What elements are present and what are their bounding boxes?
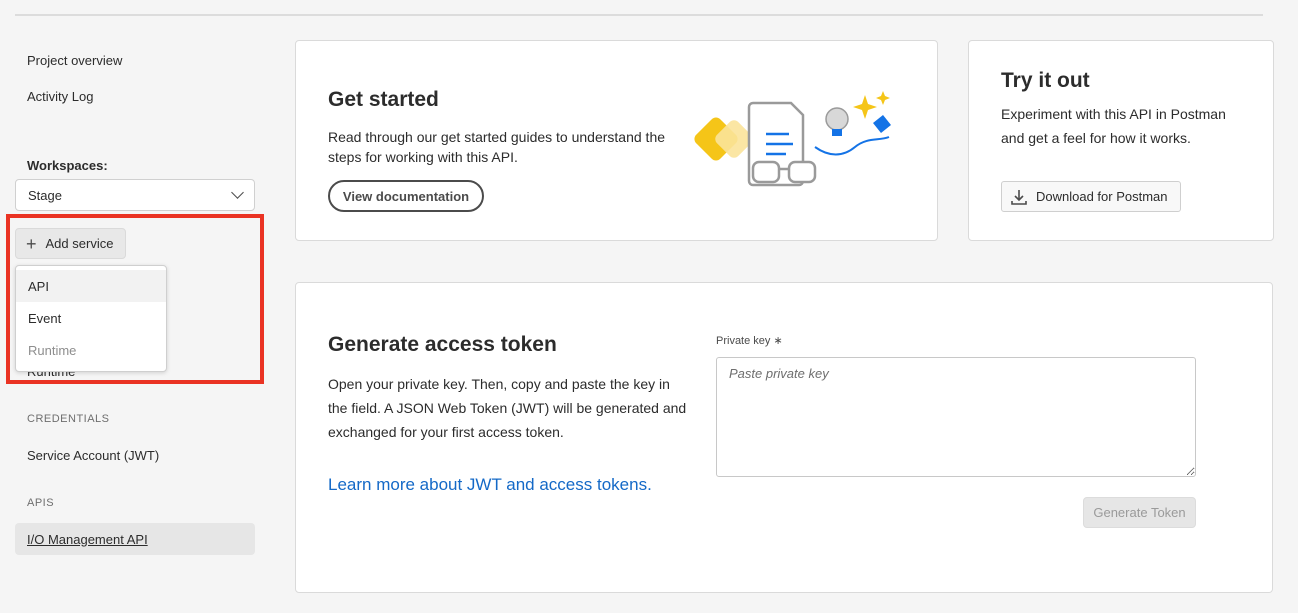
- generate-token-card: Generate access token Open your private …: [295, 282, 1273, 593]
- download-postman-label: Download for Postman: [1036, 189, 1168, 204]
- chevron-down-icon: [231, 186, 244, 199]
- view-documentation-button[interactable]: View documentation: [328, 180, 484, 212]
- get-started-body: Read through our get started guides to u…: [328, 129, 666, 165]
- workspace-selected-value: Stage: [28, 187, 62, 203]
- required-mark: ∗: [773, 335, 783, 347]
- private-key-label: Private key ∗: [716, 334, 783, 347]
- service-dropdown-menu: API Event Runtime: [15, 265, 167, 372]
- menu-item-event[interactable]: Event: [16, 302, 166, 334]
- get-started-illustration: [694, 91, 891, 187]
- nav-io-management-api[interactable]: I/O Management API: [15, 523, 255, 555]
- nav-project-overview[interactable]: Project overview: [27, 53, 122, 68]
- add-service-button[interactable]: + Add service: [15, 228, 126, 259]
- try-it-out-title: Try it out: [1001, 69, 1090, 92]
- nav-service-account[interactable]: Service Account (JWT): [27, 448, 159, 463]
- get-started-card: Get started Read through our get started…: [295, 40, 938, 241]
- try-it-out-card: Try it out Experiment with this API in P…: [968, 40, 1274, 241]
- get-started-title: Get started: [328, 88, 439, 111]
- private-key-input[interactable]: [716, 357, 1196, 477]
- menu-item-runtime: Runtime: [28, 342, 77, 358]
- add-service-label: Add service: [45, 236, 114, 251]
- generate-token-body: Open your private key. Then, copy and pa…: [328, 376, 687, 440]
- workspaces-label: Workspaces:: [27, 158, 108, 173]
- workspace-select[interactable]: Stage: [15, 179, 255, 211]
- download-postman-button[interactable]: Download for Postman: [1001, 181, 1181, 212]
- top-divider: [15, 14, 1263, 16]
- nav-activity-log[interactable]: Activity Log: [27, 89, 93, 104]
- private-key-label-text: Private key: [716, 335, 771, 347]
- apis-heading: APIS: [27, 497, 55, 509]
- learn-more-link[interactable]: Learn more about JWT and access tokens.: [328, 475, 652, 495]
- credentials-heading: CREDENTIALS: [27, 413, 110, 425]
- menu-item-api[interactable]: API: [16, 270, 166, 302]
- try-it-out-body: Experiment with this API in Postman and …: [1001, 106, 1226, 146]
- plus-icon: +: [26, 233, 37, 254]
- download-icon: [1011, 189, 1027, 205]
- generate-token-title: Generate access token: [328, 333, 557, 356]
- generate-token-button[interactable]: Generate Token: [1083, 497, 1196, 528]
